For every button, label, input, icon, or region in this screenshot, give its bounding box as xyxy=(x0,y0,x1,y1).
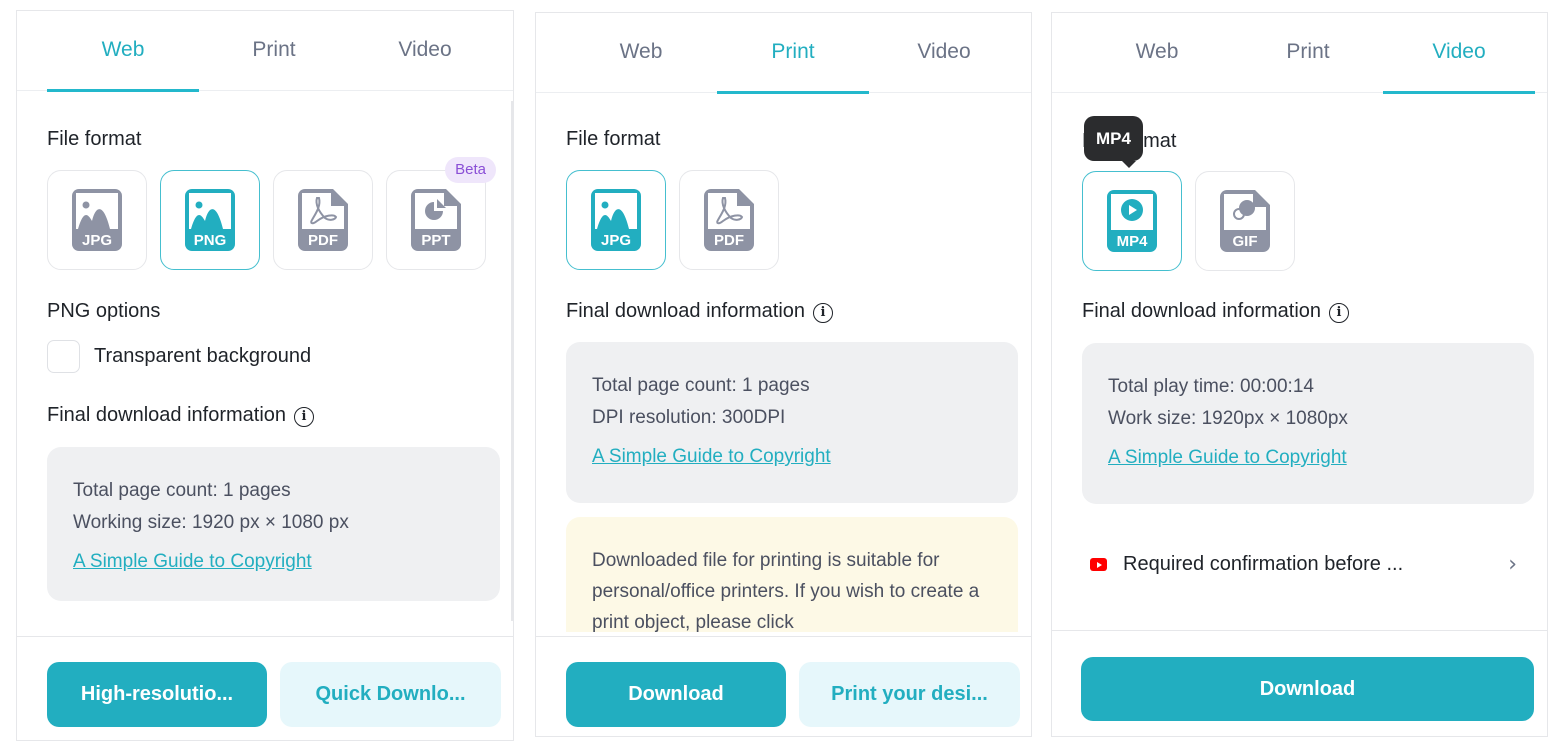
info-icon[interactable]: i xyxy=(813,303,834,323)
tab-video[interactable]: Video xyxy=(1383,13,1535,94)
print-notice-text: Downloaded file for printing is suitable… xyxy=(592,550,980,632)
tab-print[interactable]: Print xyxy=(198,11,350,91)
final-download-info-label: Final download information i xyxy=(47,404,315,427)
format-label: PNG xyxy=(194,232,227,249)
format-tooltip: MP4 xyxy=(1084,116,1143,168)
tab-video[interactable]: Video xyxy=(868,13,1020,93)
download-button[interactable]: Download xyxy=(1081,657,1534,721)
pdf-file-icon: PDF xyxy=(298,189,348,251)
footer-actions: High-resolutio... Quick Downlo... xyxy=(17,636,513,740)
youtube-confirmation-row[interactable]: Required confirmation before ... › xyxy=(1090,552,1517,577)
format-ppt[interactable]: Beta PPT xyxy=(386,157,496,270)
video-file-icon: MP4 xyxy=(1107,190,1157,252)
download-button[interactable]: Download xyxy=(566,662,786,727)
beta-badge: Beta xyxy=(445,157,496,183)
download-panel-print: Web Print Video File format JPG PDF Fina… xyxy=(535,12,1032,737)
gif-file-icon: GIF xyxy=(1220,190,1270,252)
file-format-label: File format xyxy=(47,128,142,150)
format-pdf[interactable]: PDF xyxy=(273,170,373,270)
copyright-guide-link[interactable]: A Simple Guide to Copyright xyxy=(592,446,831,468)
tab-web[interactable]: Web xyxy=(565,13,717,93)
pdf-file-icon: PDF xyxy=(704,189,754,251)
format-options: MP4 GIF xyxy=(1082,171,1295,271)
tab-web[interactable]: Web xyxy=(1081,13,1233,93)
tab-video[interactable]: Video xyxy=(349,11,501,91)
format-jpg[interactable]: JPG xyxy=(47,170,147,270)
page-count: Total page count: 1 pages xyxy=(73,480,291,501)
download-info-box: Total page count: 1 pages Working size: … xyxy=(47,447,500,601)
footer-actions: Download xyxy=(1052,630,1547,736)
work-size: Work size: 1920px × 1080px xyxy=(1108,408,1348,429)
page-count: Total page count: 1 pages xyxy=(592,375,810,396)
final-download-info-text: Final download information xyxy=(566,300,806,322)
format-label: PDF xyxy=(308,232,338,249)
format-label: GIF xyxy=(1233,233,1258,250)
final-download-info-label: Final download information i xyxy=(1082,300,1350,323)
final-download-info-text: Final download information xyxy=(47,404,287,426)
format-jpg[interactable]: JPG xyxy=(566,170,666,270)
image-file-icon: JPG xyxy=(72,189,122,251)
format-label: JPG xyxy=(82,232,112,249)
copyright-guide-link[interactable]: A Simple Guide to Copyright xyxy=(1108,447,1347,469)
footer-actions: Download Print your desi... xyxy=(536,636,1031,736)
tab-web[interactable]: Web xyxy=(47,11,199,92)
ppt-file-icon: PPT xyxy=(411,189,461,251)
total-play-time: Total play time: 00:00:14 xyxy=(1108,376,1314,397)
format-label: PPT xyxy=(421,232,450,249)
working-size: Working size: 1920 px × 1080 px xyxy=(73,512,349,533)
transparent-background-checkbox[interactable] xyxy=(47,340,80,373)
print-your-design-button[interactable]: Print your desi... xyxy=(799,662,1020,727)
info-icon[interactable]: i xyxy=(1329,303,1350,323)
format-pdf[interactable]: PDF xyxy=(679,170,779,270)
png-options-label: PNG options xyxy=(47,300,161,322)
format-label: PDF xyxy=(714,232,744,249)
tab-bar: Web Print Video xyxy=(1052,13,1547,94)
final-download-info-label: Final download information i xyxy=(566,300,834,323)
image-file-icon: JPG xyxy=(591,189,641,251)
download-panel-web: Web Print Video File format JPG PNG PDF … xyxy=(16,10,514,741)
info-icon[interactable]: i xyxy=(294,407,315,427)
tab-print[interactable]: Print xyxy=(1232,13,1384,93)
transparent-background-label: Transparent background xyxy=(94,345,312,367)
chevron-right-icon: › xyxy=(1508,552,1517,577)
format-gif[interactable]: GIF xyxy=(1195,171,1295,271)
print-notice: Downloaded file for printing is suitable… xyxy=(566,517,1018,632)
copyright-guide-link[interactable]: A Simple Guide to Copyright xyxy=(73,551,312,573)
format-mp4[interactable]: MP4 xyxy=(1082,171,1182,271)
download-info-box: Total page count: 1 pages DPI resolution… xyxy=(566,342,1018,503)
final-download-info-text: Final download information xyxy=(1082,300,1322,322)
format-options: JPG PNG PDF Beta PPT xyxy=(47,157,496,270)
tab-bar: Web Print Video xyxy=(536,13,1031,94)
format-png[interactable]: PNG xyxy=(160,170,260,270)
format-options: JPG PDF xyxy=(566,170,779,270)
format-label: MP4 xyxy=(1117,233,1149,250)
tab-print[interactable]: Print xyxy=(717,13,869,94)
high-resolution-download-button[interactable]: High-resolutio... xyxy=(47,662,267,727)
format-label: JPG xyxy=(601,232,631,249)
download-info-box: Total play time: 00:00:14 Work size: 192… xyxy=(1082,343,1534,504)
youtube-confirmation-label: Required confirmation before ... xyxy=(1123,553,1404,575)
youtube-icon xyxy=(1090,558,1107,571)
transparent-background-option[interactable]: Transparent background xyxy=(47,340,311,373)
dpi-resolution: DPI resolution: 300DPI xyxy=(592,407,786,428)
file-format-label: File format xyxy=(566,128,661,150)
image-file-icon: PNG xyxy=(185,189,235,251)
tab-bar: Web Print Video xyxy=(17,11,513,92)
quick-download-button[interactable]: Quick Downlo... xyxy=(280,662,501,727)
